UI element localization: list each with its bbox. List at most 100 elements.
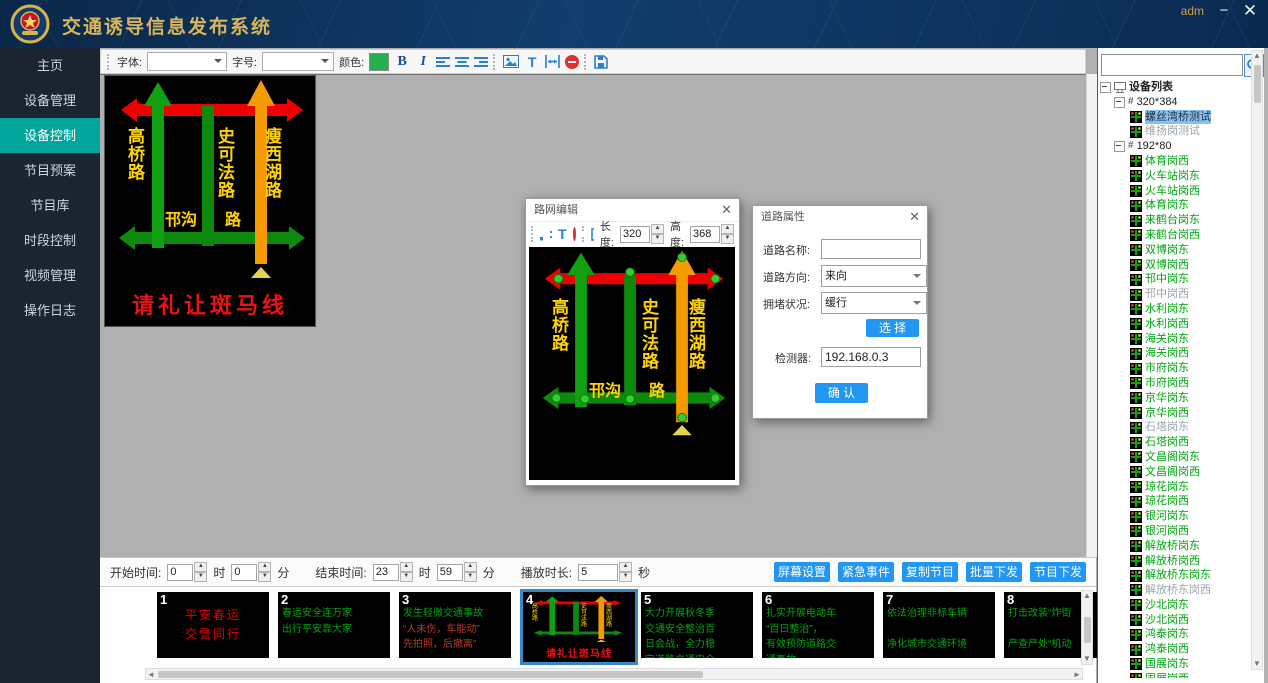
- action-button-4[interactable]: 节目下发: [1030, 562, 1086, 582]
- device-item[interactable]: 京华岗西: [1100, 406, 1252, 421]
- frame-tile-3[interactable]: 3发生轻微交通事故“人未伤，车能动”先拍照，后撤离”: [399, 592, 511, 658]
- duration-stepper[interactable]: 5 ▲▼: [578, 562, 632, 582]
- device-item[interactable]: 水利岗东: [1100, 302, 1252, 317]
- device-item[interactable]: 文昌阁岗东: [1100, 450, 1252, 465]
- sidebar-item-video-mgmt[interactable]: 视频管理: [0, 258, 100, 293]
- device-item[interactable]: 京华岗东: [1100, 391, 1252, 406]
- align-left-icon[interactable]: [436, 56, 450, 68]
- action-button-1[interactable]: 紧急事件: [838, 562, 894, 582]
- start-hour-stepper[interactable]: 0 ▲▼: [167, 562, 207, 582]
- device-item[interactable]: 体育岗东: [1100, 198, 1252, 213]
- color-swatch[interactable]: [369, 53, 389, 71]
- frame-tile-6[interactable]: 6扎实开展电动车“百日整治”，有效预防道路交通事故。: [762, 592, 874, 658]
- align-center-icon[interactable]: [455, 56, 469, 68]
- detector-input[interactable]: 192.168.0.3: [821, 347, 921, 367]
- frames-horizontal-scrollbar[interactable]: ◄ ►: [145, 668, 1083, 680]
- device-item[interactable]: 琼花岗西: [1100, 494, 1252, 509]
- select-detector-button[interactable]: 选 择: [866, 319, 919, 337]
- save-icon[interactable]: [594, 55, 608, 69]
- device-item[interactable]: 解放桥东岗西: [1100, 583, 1252, 598]
- dialog-titlebar[interactable]: 路网编辑 ✕: [526, 199, 739, 221]
- dialog-titlebar[interactable]: 道路属性 ✕: [753, 206, 927, 228]
- frame-tile-2[interactable]: 2春运安全连万家出行平安靠大家: [278, 592, 390, 658]
- device-item[interactable]: 海关岗东: [1100, 332, 1252, 347]
- align-right-icon[interactable]: [474, 56, 488, 68]
- device-item[interactable]: 水利岗西: [1100, 317, 1252, 332]
- end-minute-stepper[interactable]: 59 ▲▼: [437, 562, 477, 582]
- frame-tile-4[interactable]: 4 高桥路 史可法路 瘦西湖路 请礼让斑马线: [520, 589, 638, 665]
- device-item[interactable]: 海关岗西: [1100, 346, 1252, 361]
- expander-icon[interactable]: [1100, 82, 1111, 93]
- tree-group-192*80[interactable]: #192*80: [1100, 139, 1252, 154]
- italic-icon[interactable]: I: [415, 53, 431, 71]
- device-item[interactable]: 火车站岗西: [1100, 184, 1252, 199]
- draw-line-icon[interactable]: [540, 228, 543, 241]
- font-size-select[interactable]: [262, 52, 334, 71]
- device-item[interactable]: 火车站岗东: [1100, 169, 1252, 184]
- bold-icon[interactable]: B: [394, 53, 410, 71]
- device-item[interactable]: 螺丝湾桥测试: [1100, 110, 1252, 125]
- save-icon[interactable]: [591, 228, 594, 241]
- text-tool-icon[interactable]: T: [524, 53, 540, 71]
- frame-tile-7[interactable]: 7依法治理非标车辆 净化城市交通环境: [883, 592, 995, 658]
- device-item[interactable]: 鸿泰岗东: [1100, 627, 1252, 642]
- device-item[interactable]: 市府岗东: [1100, 361, 1252, 376]
- device-item[interactable]: 石塔岗东: [1100, 420, 1252, 435]
- sidebar-item-device-mgmt[interactable]: 设备管理: [0, 83, 100, 118]
- device-item[interactable]: 银河岗西: [1100, 524, 1252, 539]
- device-search-input[interactable]: [1101, 54, 1243, 76]
- device-item[interactable]: 来鹤台岗东: [1100, 213, 1252, 228]
- action-button-3[interactable]: 批量下发: [966, 562, 1022, 582]
- device-tree-root[interactable]: 设备列表: [1100, 80, 1252, 95]
- device-item[interactable]: 石塔岗西: [1100, 435, 1252, 450]
- action-button-0[interactable]: 屏幕设置: [774, 562, 830, 582]
- frame-tile-1[interactable]: 1平安春运交警同行: [157, 592, 269, 658]
- device-item[interactable]: 文昌阁岗西: [1100, 465, 1252, 480]
- sidebar-item-device-control[interactable]: 设备控制: [0, 118, 100, 153]
- confirm-button[interactable]: 确 认: [815, 383, 868, 403]
- close-icon[interactable]: ✕: [721, 199, 732, 221]
- device-item[interactable]: 双博岗西: [1100, 258, 1252, 273]
- sidebar-item-op-log[interactable]: 操作日志: [0, 293, 100, 328]
- device-item[interactable]: 解放桥东岗东: [1100, 568, 1252, 583]
- delete-item-icon[interactable]: [565, 55, 579, 69]
- device-item[interactable]: 来鹤台岗西: [1100, 228, 1252, 243]
- device-item[interactable]: 解放桥岗西: [1100, 554, 1252, 569]
- spacing-icon[interactable]: [545, 55, 560, 68]
- end-hour-stepper[interactable]: 23 ▲▼: [373, 562, 413, 582]
- device-item[interactable]: 国展岗西: [1100, 672, 1252, 678]
- text-tool-icon[interactable]: T: [558, 225, 567, 243]
- start-minute-stepper[interactable]: 0 ▲▼: [231, 562, 271, 582]
- expander-icon[interactable]: [1114, 97, 1125, 108]
- length-stepper[interactable]: 320 ▲▼: [620, 224, 664, 244]
- device-item[interactable]: 沙北岗西: [1100, 613, 1252, 628]
- sidebar-item-program-plan[interactable]: 节目预案: [0, 153, 100, 188]
- road-direction-select[interactable]: 来向: [821, 265, 927, 287]
- device-item[interactable]: 市府岗西: [1100, 376, 1252, 391]
- device-item[interactable]: 体育岗西: [1100, 154, 1252, 169]
- close-icon[interactable]: ✕: [909, 206, 920, 228]
- expander-icon[interactable]: [1114, 141, 1125, 152]
- close-button[interactable]: ✕: [1240, 2, 1260, 20]
- device-item[interactable]: 邗中岗东: [1100, 272, 1252, 287]
- insert-image-icon[interactable]: [503, 55, 519, 68]
- font-select[interactable]: [147, 52, 227, 71]
- roadnet-edit-canvas[interactable]: 高桥路 史可法路 瘦西湖路 邗沟 路 请礼让斑马线: [529, 247, 735, 480]
- tree-scrollbar[interactable]: ▲ ▼: [1251, 50, 1263, 670]
- sidebar-item-home[interactable]: 主页: [0, 48, 100, 83]
- road-name-input[interactable]: [821, 239, 921, 259]
- device-item[interactable]: 邗中岗西: [1100, 287, 1252, 302]
- sign-preview[interactable]: 高桥路 史可法路 瘦西湖路 邗沟 路 请礼让斑马线: [104, 75, 316, 327]
- frames-vertical-scrollbar[interactable]: ▲ ▼: [1081, 590, 1093, 665]
- device-item[interactable]: 银河岗东: [1100, 509, 1252, 524]
- sidebar-item-program-lib[interactable]: 节目库: [0, 188, 100, 223]
- device-item[interactable]: 维扬岗测试: [1100, 124, 1252, 139]
- tree-group-320*384[interactable]: #320*384: [1100, 95, 1252, 110]
- device-item[interactable]: 国展岗东: [1100, 657, 1252, 672]
- frame-tile-5[interactable]: 5大力开展秋冬季交通安全整治百日会战，全力稳定道路交通安全形势！: [641, 592, 753, 658]
- congestion-select[interactable]: 缓行: [821, 292, 927, 314]
- device-item[interactable]: 双博岗东: [1100, 243, 1252, 258]
- delete-item-icon[interactable]: [573, 227, 576, 241]
- canvas-scrollbar[interactable]: [1086, 74, 1097, 557]
- device-item[interactable]: 解放桥岗东: [1100, 539, 1252, 554]
